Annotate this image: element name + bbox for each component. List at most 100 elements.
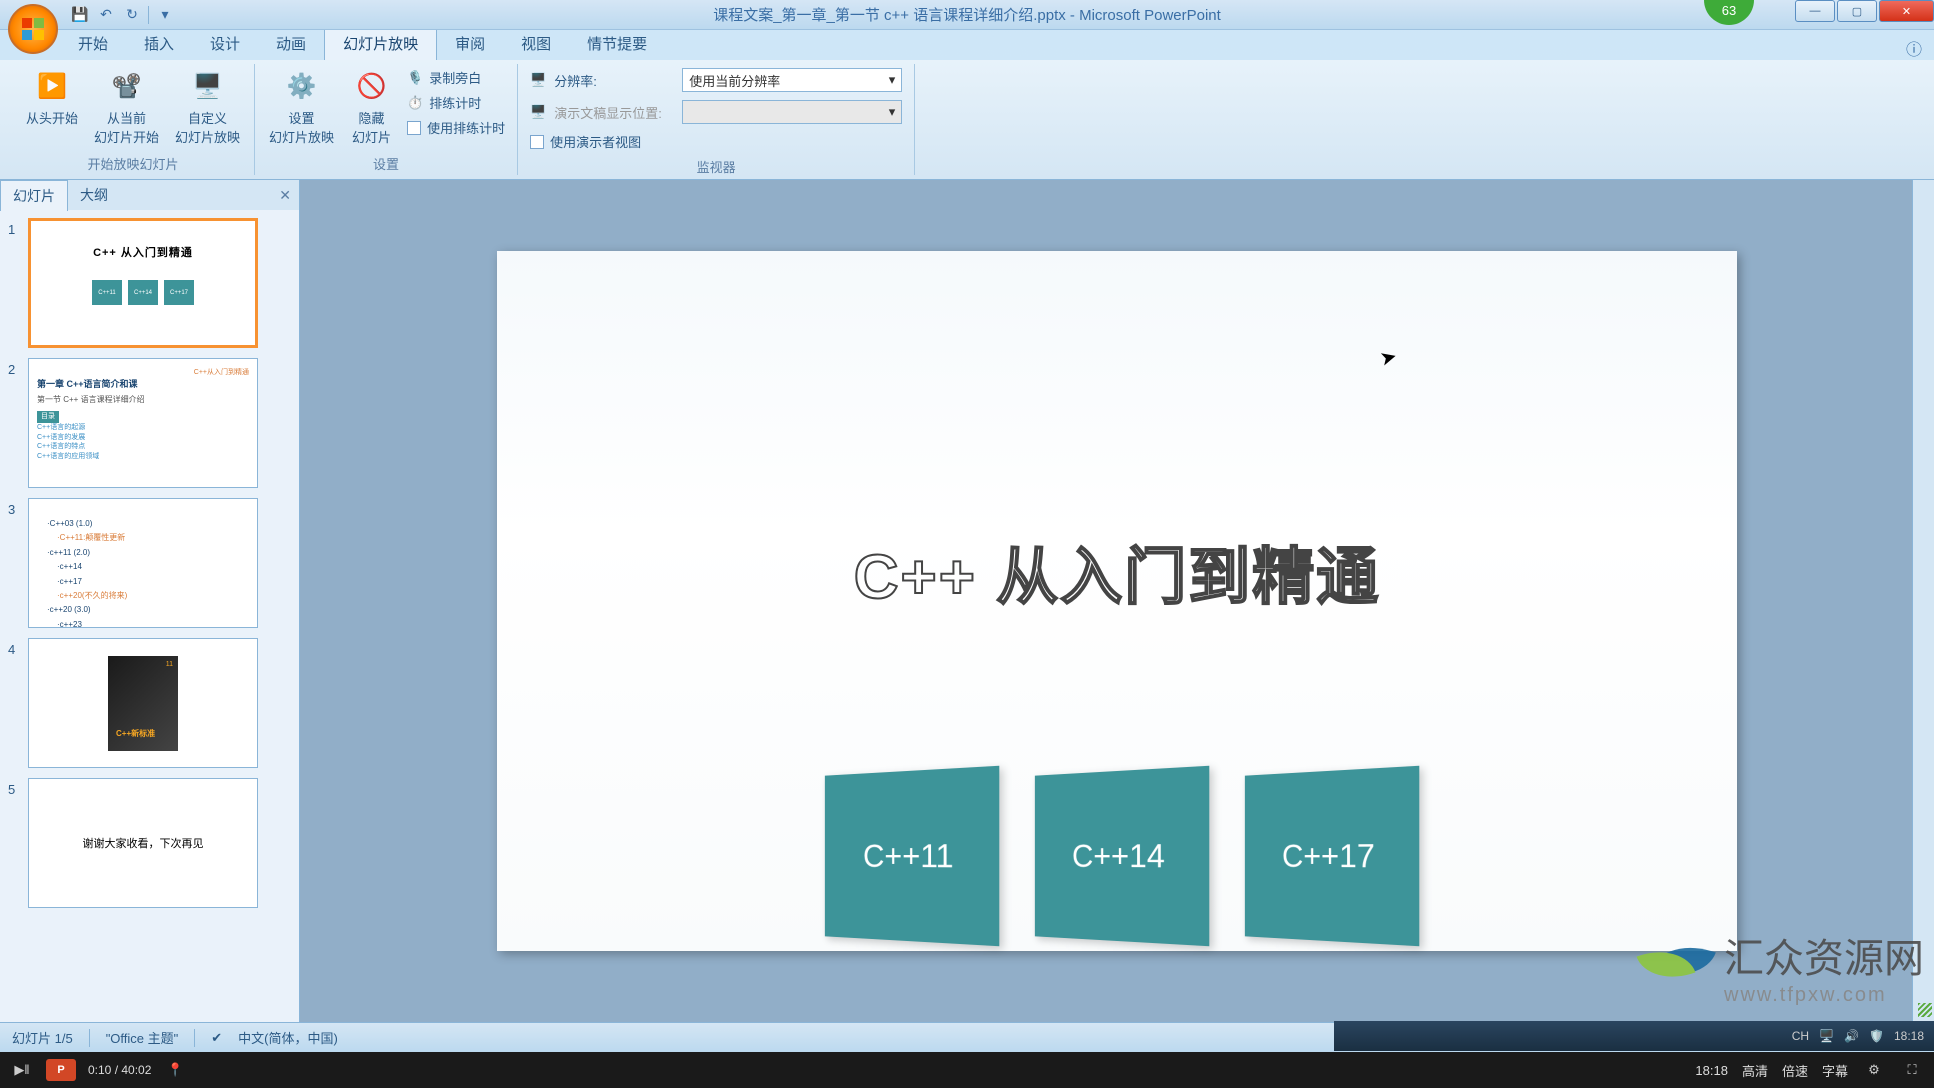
tray-clock[interactable]: 18:18 bbox=[1894, 1029, 1924, 1043]
ribbon: ▶️ 从头开始 📽️ 从当前 幻灯片开始 🖥️ 自定义 幻灯片放映 开始放映幻灯… bbox=[0, 60, 1934, 180]
watermark-cn: 汇众资源网 bbox=[1724, 926, 1924, 984]
thumb-number: 3 bbox=[8, 498, 28, 628]
panel-close-icon[interactable]: ✕ bbox=[279, 187, 291, 204]
custom-show-icon: 🖥️ bbox=[190, 68, 226, 104]
from-current-label-1: 从当前 bbox=[107, 108, 146, 127]
current-slide[interactable]: C++ 从入门到精通 C++11 C++14 C++17 bbox=[497, 251, 1737, 951]
hide-icon: 🚫 bbox=[354, 68, 390, 104]
tray-icon[interactable]: 🖥️ bbox=[1819, 1029, 1834, 1043]
speed-button[interactable]: 倍速 bbox=[1782, 1061, 1808, 1080]
thumbnail-4[interactable]: C++新标准 11 bbox=[28, 638, 258, 768]
tab-animations[interactable]: 动画 bbox=[258, 27, 324, 60]
qat-dropdown-icon[interactable]: ▾ bbox=[155, 5, 175, 25]
slide-editor[interactable]: C++ 从入门到精通 C++11 C++14 C++17 bbox=[300, 180, 1934, 1022]
watermark: 汇众资源网 www.tfpxw.com bbox=[1626, 926, 1924, 1007]
chapter-button[interactable]: 📍 bbox=[163, 1058, 187, 1082]
thumbnail-2[interactable]: C++从入门到精通 第一章 C++语言简介和课 第一节 C++ 语言课程详细介绍… bbox=[28, 358, 258, 488]
monitor-icon: 🖥️ bbox=[530, 72, 546, 88]
rehearse-label: 排练计时 bbox=[429, 93, 481, 112]
powerpoint-taskbar-icon[interactable]: P bbox=[46, 1059, 76, 1081]
thumb-item-1: 1 C++ 从入门到精通 C++11C++14C++17 bbox=[8, 218, 291, 348]
from-beginning-button[interactable]: ▶️ 从头开始 bbox=[20, 64, 84, 131]
close-button[interactable]: ✕ bbox=[1879, 0, 1934, 22]
hide-label-1: 隐藏 bbox=[359, 108, 385, 127]
setup-icon: ⚙️ bbox=[284, 68, 320, 104]
spell-check-icon[interactable]: ✔ bbox=[211, 1030, 222, 1046]
minimize-button[interactable]: — bbox=[1795, 0, 1835, 22]
outline-tab[interactable]: 大纲 bbox=[68, 180, 120, 210]
office-button[interactable] bbox=[8, 4, 58, 54]
show-on-label: 演示文稿显示位置: bbox=[554, 103, 674, 122]
help-icon[interactable]: ⓘ bbox=[1906, 36, 1922, 60]
tab-home[interactable]: 开始 bbox=[60, 27, 126, 60]
cpp17-box: C++17 bbox=[1245, 766, 1419, 947]
cpp11-box: C++11 bbox=[825, 766, 999, 947]
performance-badge: 63 bbox=[1704, 0, 1754, 25]
mic-icon: 🎙️ bbox=[407, 70, 423, 86]
thumbnail-1[interactable]: C++ 从入门到精通 C++11C++14C++17 bbox=[28, 218, 258, 348]
subtitle-button[interactable]: 字幕 bbox=[1822, 1061, 1848, 1080]
setup-label-2: 幻灯片放映 bbox=[269, 127, 334, 146]
redo-icon[interactable]: ↻ bbox=[122, 5, 142, 25]
hide-slide-button[interactable]: 🚫 隐藏 幻灯片 bbox=[344, 64, 399, 150]
save-icon[interactable]: 💾 bbox=[70, 5, 90, 25]
ribbon-tabs: 开始 插入 设计 动画 幻灯片放映 审阅 视图 情节提要 ⓘ bbox=[60, 30, 1934, 60]
thumb-number: 5 bbox=[8, 778, 28, 908]
slide-counter: 幻灯片 1/5 bbox=[12, 1028, 73, 1047]
show-on-dropdown: ▾ bbox=[682, 100, 902, 124]
tab-storyboard[interactable]: 情节提要 bbox=[569, 27, 665, 60]
fullscreen-icon[interactable]: ⛶ bbox=[1900, 1058, 1924, 1082]
use-timings-checkbox[interactable]: 使用排练计时 bbox=[407, 118, 505, 137]
presenter-view-checkbox[interactable]: 使用演示者视图 bbox=[530, 132, 902, 151]
from-current-button[interactable]: 📽️ 从当前 幻灯片开始 bbox=[88, 64, 165, 150]
vertical-scrollbar[interactable] bbox=[1912, 180, 1934, 1022]
timer-icon: ⏱️ bbox=[407, 95, 423, 111]
checkbox-icon bbox=[530, 135, 544, 149]
play-current-icon: 📽️ bbox=[109, 68, 145, 104]
tray-lang-icon[interactable]: CH bbox=[1792, 1029, 1809, 1043]
ribbon-group-start-show: ▶️ 从头开始 📽️ 从当前 幻灯片开始 🖥️ 自定义 幻灯片放映 开始放映幻灯… bbox=[12, 64, 255, 175]
display-icon: 🖥️ bbox=[530, 104, 546, 120]
hide-label-2: 幻灯片 bbox=[352, 127, 391, 146]
tray-icon[interactable]: 🛡️ bbox=[1869, 1029, 1884, 1043]
tab-slideshow[interactable]: 幻灯片放映 bbox=[324, 26, 437, 60]
ribbon-group-setup: ⚙️ 设置 幻灯片放映 🚫 隐藏 幻灯片 🎙️ 录制旁白 ⏱️ 排练计时 bbox=[255, 64, 518, 175]
tab-insert[interactable]: 插入 bbox=[126, 27, 192, 60]
thumbnail-3[interactable]: ·C++03 (1.0) ·C++11:颠覆性更新 ·c++11 (2.0) ·… bbox=[28, 498, 258, 628]
thumbnail-5[interactable]: 谢谢大家收看，下次再见 bbox=[28, 778, 258, 908]
window-controls: — ▢ ✕ bbox=[1793, 0, 1934, 22]
rehearse-timings-button[interactable]: ⏱️ 排练计时 bbox=[407, 93, 505, 112]
custom-label-2: 幻灯片放映 bbox=[175, 127, 240, 146]
qat-separator bbox=[148, 6, 149, 24]
tray-icon[interactable]: 🔊 bbox=[1844, 1029, 1859, 1043]
language-indicator[interactable]: 中文(简体，中国) bbox=[238, 1028, 338, 1047]
resolution-value: 使用当前分辨率 bbox=[689, 71, 780, 90]
setup-show-button[interactable]: ⚙️ 设置 幻灯片放映 bbox=[263, 64, 340, 150]
slide-title-text: C++ 从入门到精通 bbox=[854, 526, 1380, 616]
tab-design[interactable]: 设计 bbox=[192, 27, 258, 60]
thumb-item-2: 2 C++从入门到精通 第一章 C++语言简介和课 第一节 C++ 语言课程详细… bbox=[8, 358, 291, 488]
video-player-bar: ▶‖ P 0:10 / 40:02 📍 18:18 高清 倍速 字幕 ⚙ ⛶ bbox=[0, 1052, 1934, 1088]
thumb-item-3: 3 ·C++03 (1.0) ·C++11:颠覆性更新 ·c++11 (2.0)… bbox=[8, 498, 291, 628]
custom-label-1: 自定义 bbox=[188, 108, 227, 127]
setup-label-1: 设置 bbox=[289, 108, 315, 127]
hd-button[interactable]: 高清 bbox=[1742, 1061, 1768, 1080]
play-pause-button[interactable]: ▶‖ bbox=[10, 1058, 34, 1082]
custom-show-button[interactable]: 🖥️ 自定义 幻灯片放映 bbox=[169, 64, 246, 150]
tab-review[interactable]: 审阅 bbox=[437, 27, 503, 60]
settings-icon[interactable]: ⚙ bbox=[1862, 1058, 1886, 1082]
record-narration-button[interactable]: 🎙️ 录制旁白 bbox=[407, 68, 505, 87]
resolution-label: 分辨率: bbox=[554, 71, 674, 90]
video-clock: 18:18 bbox=[1695, 1063, 1728, 1078]
slides-tab[interactable]: 幻灯片 bbox=[0, 180, 68, 211]
chevron-down-icon: ▾ bbox=[889, 72, 896, 88]
thumbnails-list[interactable]: 1 C++ 从入门到精通 C++11C++14C++17 2 C++从入门到精通… bbox=[0, 210, 299, 1022]
play-icon: ▶️ bbox=[34, 68, 70, 104]
from-current-label-2: 幻灯片开始 bbox=[94, 127, 159, 146]
tab-view[interactable]: 视图 bbox=[503, 27, 569, 60]
maximize-button[interactable]: ▢ bbox=[1837, 0, 1877, 22]
undo-icon[interactable]: ↶ bbox=[96, 5, 116, 25]
use-timings-label: 使用排练计时 bbox=[427, 118, 505, 137]
resolution-dropdown[interactable]: 使用当前分辨率 ▾ bbox=[682, 68, 902, 92]
group-label-start: 开始放映幻灯片 bbox=[20, 152, 246, 175]
